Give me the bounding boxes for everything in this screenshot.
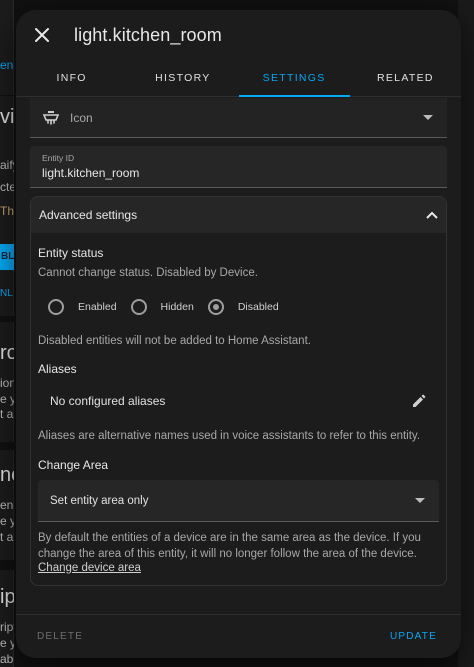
tab-bar: INFO HISTORY SETTINGS RELATED — [16, 60, 461, 97]
tab-info[interactable]: INFO — [16, 60, 127, 96]
background-text: ene — [0, 498, 14, 512]
radio-circle-checked — [207, 299, 224, 315]
background-card — [0, 0, 14, 95]
change-area-title: Change Area — [38, 458, 109, 472]
change-area-help: By default the entities of a device are … — [38, 532, 421, 560]
tab-settings[interactable]: SETTINGS — [238, 60, 351, 97]
background-text: vic — [0, 106, 14, 128]
background-text: aify — [0, 158, 14, 172]
area-select[interactable]: Set entity area only — [38, 480, 439, 522]
entity-status-title: Entity status — [38, 246, 104, 260]
background-text: ion — [0, 376, 14, 390]
dialog-title: light.kitchen_room — [74, 24, 222, 45]
background-text: NL — [0, 288, 13, 299]
entity-id-value: light.kitchen_room — [42, 166, 140, 180]
advanced-settings-header[interactable]: Advanced settings — [31, 197, 446, 233]
advanced-settings-body: Entity status Cannot change status. Disa… — [31, 246, 446, 574]
radio-hidden[interactable]: Hidden — [130, 299, 194, 315]
aliases-title: Aliases — [38, 362, 77, 376]
background-text: e yc — [0, 392, 14, 406]
background-text: ne — [0, 464, 14, 486]
entity-status-note: Cannot change status. Disabled by Device… — [38, 267, 258, 279]
background-text: e yc — [0, 636, 14, 650]
advanced-settings-title: Advanced settings — [39, 208, 138, 222]
close-button[interactable] — [30, 23, 54, 47]
radio-circle — [130, 299, 147, 315]
aliases-help: Aliases are alternative names used in vo… — [38, 430, 421, 442]
change-device-area-link[interactable]: Change device area — [38, 562, 439, 574]
background-text: t ab — [0, 407, 14, 421]
background-text: abov — [0, 652, 14, 666]
caret-down-icon — [415, 497, 425, 503]
background-text: ript — [0, 620, 14, 634]
aliases-row: No configured aliases — [38, 378, 439, 424]
background-text: cte — [0, 180, 14, 194]
close-icon — [35, 28, 49, 42]
background-text: t ab — [0, 530, 14, 544]
caret-down-icon — [423, 115, 433, 120]
radio-label: Hidden — [160, 301, 194, 313]
icon-field-placeholder: Icon — [70, 110, 93, 125]
background-button: BL — [0, 244, 14, 270]
ceiling-light-icon — [42, 110, 60, 125]
pencil-icon[interactable] — [411, 393, 427, 409]
background-text: e yc — [0, 514, 14, 528]
dialog-footer: DELETE UPDATE — [16, 614, 461, 658]
tab-history[interactable]: HISTORY — [127, 60, 238, 96]
entity-settings-dialog: light.kitchen_room INFO HISTORY SETTINGS… — [16, 10, 461, 658]
background-text: Th — [0, 204, 14, 218]
entity-status-help: Disabled entities will not be added to H… — [38, 335, 311, 347]
icon-picker[interactable]: Icon — [30, 98, 447, 138]
settings-content: Icon Entity ID light.kitchen_room Advanc… — [16, 98, 461, 614]
radio-disabled[interactable]: Disabled — [207, 299, 279, 315]
background-text: ror — [0, 342, 14, 364]
dialog-header: light.kitchen_room — [16, 10, 461, 60]
update-button[interactable]: UPDATE — [390, 631, 437, 642]
area-select-value: Set entity area only — [50, 494, 149, 507]
aliases-empty-text: No configured aliases — [50, 394, 166, 408]
delete-button[interactable]: DELETE — [37, 631, 83, 642]
entity-id-label: Entity ID — [42, 153, 75, 163]
radio-label: Enabled — [78, 301, 117, 313]
radio-enabled[interactable]: Enabled — [48, 299, 117, 315]
entity-id-field[interactable]: Entity ID light.kitchen_room — [30, 146, 447, 188]
radio-label: Disabled — [237, 301, 279, 313]
background-text: ipt — [0, 586, 14, 608]
entity-status-radio-group: Enabled Hidden Disabled — [38, 297, 439, 317]
radio-circle — [48, 299, 64, 315]
advanced-settings-panel: Advanced settings Entity status Cannot c… — [30, 196, 447, 586]
tab-related[interactable]: RELATED — [350, 60, 461, 96]
background-text: en — [0, 58, 14, 72]
chevron-up-icon — [426, 211, 438, 219]
